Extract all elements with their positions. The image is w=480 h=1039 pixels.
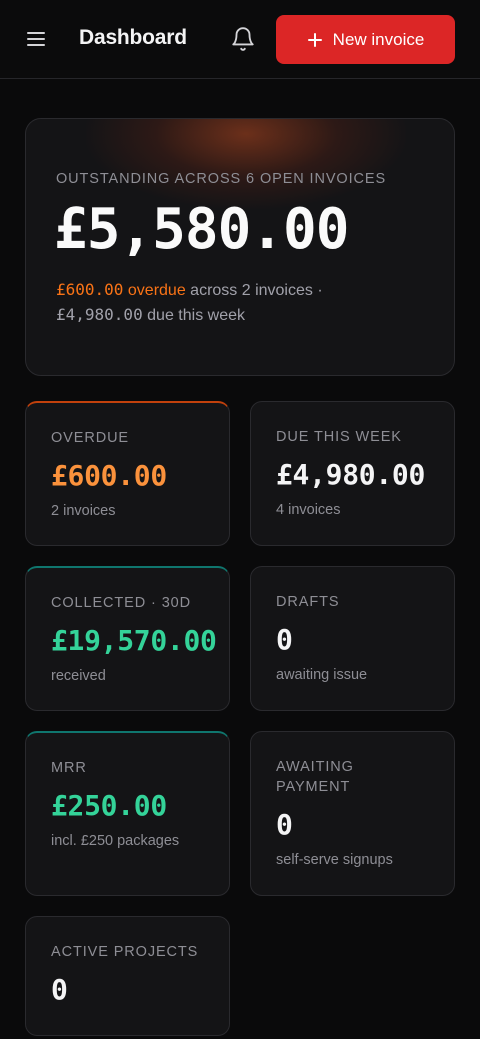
card-label: COLLECTED · 30D	[51, 595, 192, 611]
mrr-card[interactable]: MRR £250.00 incl. £250 packages	[25, 731, 230, 896]
drafts-card[interactable]: DRAFTS 0 awaiting issue	[250, 566, 455, 711]
page-title: Dashboard	[79, 26, 187, 49]
overdue-amount: £600.00	[56, 280, 124, 299]
card-sub: 4 invoices	[276, 502, 341, 518]
card-sub: received	[51, 668, 106, 684]
active-projects-card[interactable]: ACTIVE PROJECTS 0	[25, 916, 230, 1036]
collected-card[interactable]: COLLECTED · 30D £19,570.00 received	[25, 566, 230, 711]
card-sub: 2 invoices	[51, 503, 116, 519]
card-value: £600.00	[51, 459, 167, 492]
card-sub: awaiting issue	[276, 667, 368, 683]
outstanding-amount: £5,580.00	[54, 197, 349, 262]
card-label: DUE THIS WEEK	[276, 429, 402, 445]
card-value: 0	[276, 623, 293, 656]
app-header: Dashboard New invoice	[0, 0, 480, 79]
due-this-week-card[interactable]: DUE THIS WEEK £4,980.00 4 invoices	[250, 401, 455, 546]
new-invoice-label: New invoice	[332, 29, 425, 49]
card-label: DRAFTS	[276, 594, 340, 610]
overdue-card[interactable]: OVERDUE £600.00 2 invoices	[25, 401, 230, 546]
new-invoice-button[interactable]: New invoice	[276, 15, 455, 64]
overdue-rest: across 2 invoices ·	[185, 282, 323, 299]
card-value: £19,570.00	[51, 624, 217, 657]
card-label: ACTIVE PROJECTS	[51, 944, 199, 960]
awaiting-payment-card[interactable]: AWAITING PAYMENT 0 self-serve signups	[250, 731, 455, 896]
card-label: MRR	[51, 760, 87, 776]
card-value: 0	[276, 808, 293, 841]
outstanding-summary-card: OUTSTANDING ACROSS 6 OPEN INVOICES £5,58…	[25, 118, 455, 376]
plus-icon	[307, 32, 323, 48]
card-label: AWAITING PAYMENT	[276, 759, 354, 795]
hero-glow	[86, 119, 406, 209]
card-value: £4,980.00	[276, 458, 426, 491]
menu-icon[interactable]	[24, 26, 50, 52]
due-rest: due this week	[142, 307, 245, 324]
card-sub: incl. £250 packages	[51, 833, 180, 849]
card-sub: self-serve signups	[276, 852, 393, 868]
outstanding-label: OUTSTANDING ACROSS 6 OPEN INVOICES	[56, 171, 387, 187]
due-amount: £4,980.00	[56, 305, 143, 324]
card-value: £250.00	[51, 789, 167, 822]
outstanding-breakdown: £600.00 overdue across 2 invoices · £4,9…	[56, 278, 436, 328]
card-label: OVERDUE	[51, 430, 130, 446]
card-value: 0	[51, 973, 68, 1006]
overdue-word: overdue	[127, 282, 186, 299]
bell-icon[interactable]	[230, 26, 256, 52]
